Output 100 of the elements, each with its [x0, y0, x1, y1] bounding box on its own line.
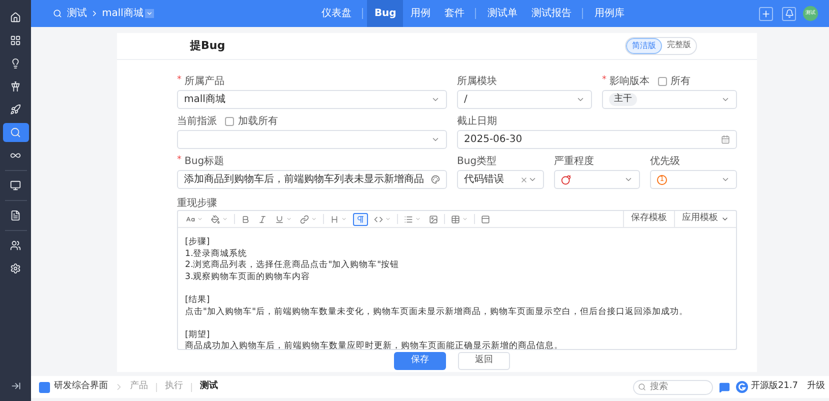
editor-text: [结果] [185, 294, 210, 305]
caret-icon [222, 216, 228, 222]
toolbar-button[interactable] [353, 212, 368, 226]
logo-icon [736, 381, 748, 393]
field-label: 当前指派 [177, 114, 217, 128]
caret-icon [721, 175, 730, 184]
field-label: 所属产品 [184, 74, 224, 88]
lightbulb-icon [10, 58, 21, 69]
chat-icon[interactable] [718, 382, 730, 392]
caret-icon [146, 10, 154, 17]
editor-text: [步骤] [185, 237, 210, 247]
field-label: 优先级 [650, 154, 680, 168]
paragraph-icon [356, 214, 365, 224]
add-button[interactable] [759, 6, 773, 20]
table-icon [451, 214, 460, 224]
module-select[interactable]: / [457, 90, 592, 109]
checkbox[interactable] [225, 116, 234, 126]
mode-option[interactable]: 完整版 [662, 38, 696, 54]
checkbox[interactable] [658, 76, 666, 86]
app-tab[interactable]: 测试 [200, 380, 218, 394]
editor-text: 3.观察购物车页面的购物车内容 [185, 272, 310, 282]
checkbox-label: 加载所有 [238, 114, 278, 128]
chevron-icon [90, 9, 99, 18]
upgrade-link[interactable]: 升级 [807, 380, 825, 394]
search-icon [10, 127, 21, 138]
code-icon [374, 214, 383, 224]
caret-icon [721, 95, 730, 104]
caret-icon [624, 175, 633, 184]
caret-icon [721, 215, 729, 223]
field-label: Bug标题 [184, 154, 224, 168]
edition-label: 开源版21.7 [750, 380, 798, 394]
plus-icon [761, 8, 771, 18]
nav-tab[interactable]: 用例库 [587, 0, 632, 27]
heading-icon [330, 214, 339, 224]
grid-icon [10, 35, 21, 46]
apply-template-button[interactable]: 应用模板 [674, 211, 736, 227]
bomb-icon [561, 174, 571, 184]
product-link[interactable]: mall商城 [102, 6, 144, 21]
underline-icon [275, 214, 284, 224]
calendar-icon [721, 135, 730, 144]
deadline-field[interactable]: 2025-06-30 [457, 130, 737, 149]
page-title: 提Bug [190, 38, 226, 54]
nav-tab[interactable]: Bug [367, 0, 404, 27]
caret-icon [431, 135, 440, 144]
save-button[interactable]: 保存 [394, 352, 446, 370]
paint-bucket-icon [211, 214, 220, 224]
caret-icon [197, 216, 203, 222]
font-icon [186, 214, 195, 224]
save-template-button[interactable]: 保存模板 [623, 211, 674, 227]
caret-icon [311, 216, 317, 222]
monitor-icon [10, 180, 21, 191]
editor-text: 点击"加入购物车"后，前端购物车数量未变化，购物车页面未显示新增商品，购物车页面显示空白，但后台接口返回添加成功。 [185, 306, 688, 317]
rocket-icon [10, 104, 21, 115]
type-select[interactable]: 代码错误 [457, 170, 544, 189]
field-label: 所属模块 [457, 74, 497, 88]
search-icon [53, 9, 62, 18]
search-field[interactable]: 搜索 [632, 380, 713, 394]
back-button[interactable]: 返回 [458, 352, 510, 370]
document-icon [10, 210, 21, 221]
list-icon [404, 214, 413, 224]
version-select[interactable]: 主干 [602, 90, 737, 109]
sidebar-item[interactable] [2, 123, 28, 142]
infinity-icon [10, 150, 21, 161]
app-tab[interactable]: 产品 [130, 380, 148, 394]
caret-icon [385, 216, 391, 222]
required-mark: * [177, 74, 182, 88]
nav-tab[interactable]: 用例 [403, 0, 438, 27]
toolbar-button[interactable] [298, 212, 319, 226]
field-label: 严重程度 [554, 154, 594, 168]
caret-icon [528, 175, 537, 184]
caret-icon [431, 95, 440, 104]
nav-tab[interactable]: 仪表盘 [314, 0, 358, 27]
palette-icon [431, 175, 440, 184]
checkbox-label: 所有 [670, 74, 690, 88]
collapse-icon[interactable] [10, 381, 20, 391]
product-dropdown[interactable] [145, 9, 154, 18]
home-icon [10, 12, 21, 23]
settings-icon [10, 263, 21, 274]
field-label: 重现步骤 [177, 196, 217, 211]
app-name[interactable]: 研发综合界面 [54, 380, 108, 394]
bell-icon [784, 9, 794, 18]
notification-button[interactable] [782, 6, 796, 20]
nav-tab[interactable]: 测试报告 [524, 0, 578, 27]
product-select[interactable]: mall商城 [177, 90, 447, 109]
toolbar-button[interactable] [209, 212, 230, 226]
app-tab[interactable]: 执行 [165, 380, 183, 394]
caret-icon [462, 216, 468, 222]
nav-tab[interactable]: 测试单 [480, 0, 524, 27]
search-icon [638, 383, 646, 391]
editor-text: [期望] [185, 330, 210, 340]
title-field[interactable]: 添加商品到购物车后，前端购物车列表未显示新增商品 [177, 170, 447, 189]
required-mark: * [177, 154, 182, 168]
caret-icon [286, 216, 292, 222]
clear-icon[interactable] [520, 176, 528, 184]
nav-tab[interactable]: 套件 [437, 0, 472, 27]
project-link[interactable]: 测试 [67, 6, 87, 21]
caret-icon [341, 216, 347, 222]
field-label: 截止日期 [457, 114, 497, 128]
mode-option[interactable]: 简洁版 [626, 38, 662, 54]
field-label: Bug类型 [457, 154, 497, 168]
